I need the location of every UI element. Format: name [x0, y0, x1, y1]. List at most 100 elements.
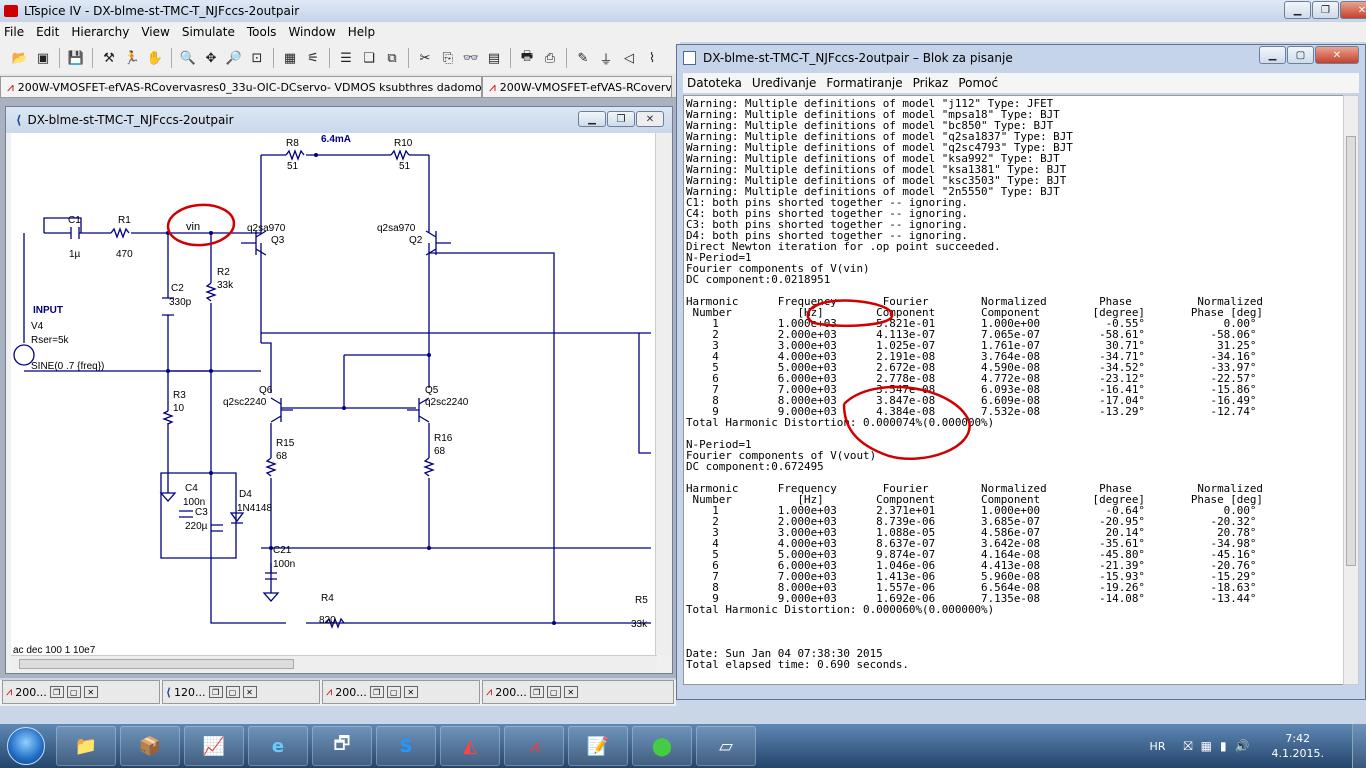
volume-icon[interactable]: 🔊 — [1235, 739, 1250, 753]
schematic-vertical-scrollbar[interactable] — [655, 133, 671, 655]
notepad-text-area[interactable]: Warning: Multiple definitions of model "… — [683, 95, 1345, 685]
close-icon[interactable]: ✕ — [242, 686, 257, 698]
notepad-close-button[interactable]: ✕ — [1315, 46, 1359, 64]
close-button[interactable]: ✕ — [1340, 1, 1366, 19]
language-indicator[interactable]: HR — [1150, 740, 1166, 753]
minimized-window-2[interactable]: ⟨ 120... ❐ ▢ ✕ — [162, 680, 320, 704]
ground-icon[interactable]: ⏚ — [596, 48, 616, 68]
taskbar-app-5[interactable]: 🗗 — [312, 726, 372, 766]
restore-icon[interactable]: ❐ — [529, 686, 544, 698]
control-panel-icon[interactable]: ⚒ — [99, 48, 119, 68]
start-button[interactable] — [0, 724, 52, 768]
schematic-scroll-thumb[interactable] — [19, 659, 294, 669]
menu-pomoc[interactable]: Pomoć — [958, 76, 998, 90]
cascade-icon[interactable]: ❏ — [359, 48, 379, 68]
taskbar-acrobat[interactable]: ◭ — [440, 726, 500, 766]
minimized-window-4[interactable]: ⩘ 200... ❐ ▢ ✕ — [482, 680, 674, 704]
menu-window[interactable]: Window — [288, 25, 335, 39]
clock[interactable]: 7:42 4.1.2015. — [1272, 731, 1324, 761]
open-icon[interactable]: 📂 — [10, 48, 30, 68]
doc-tab-1[interactable]: ⩘ 200W-VMOSFET-efVAS-RCovervasres0_33u-O… — [0, 76, 482, 98]
tile-vertical-icon[interactable]: ⧉ — [382, 48, 402, 68]
menu-prikaz[interactable]: Prikaz — [913, 76, 949, 90]
autorange-icon[interactable]: ▦ — [280, 48, 300, 68]
maximize-icon[interactable]: ▢ — [225, 686, 240, 698]
schematic-close-button[interactable]: ✕ — [636, 111, 664, 127]
pencil-icon[interactable]: ✎ — [573, 48, 593, 68]
app-window-controls: ▁ ❐ ✕ — [1284, 1, 1366, 19]
notepad-scroll-thumb[interactable] — [1346, 136, 1356, 566]
taskbar-ltspice[interactable]: ⩘ — [504, 726, 564, 766]
print-icon[interactable]: ⎙ — [540, 48, 560, 68]
taskbar-explorer[interactable]: 📁 — [56, 726, 116, 766]
menu-uredivanje[interactable]: Uređivanje — [752, 76, 817, 90]
schematic-canvas[interactable]: R8 51 6.4mA R10 51 C1 1µ R1 470 vin q2sa… — [11, 133, 657, 656]
zoom-out-icon[interactable]: 🔎 — [224, 48, 244, 68]
minimized-window-1[interactable]: ⩘ 200... ❐ ▢ ✕ — [2, 680, 160, 704]
taskbar-skype[interactable]: S — [376, 726, 436, 766]
restore-button[interactable]: ❐ — [1312, 1, 1339, 19]
find-icon[interactable]: 👓 — [461, 48, 481, 68]
restore-icon[interactable]: ❐ — [208, 686, 223, 698]
copy-icon[interactable]: ⎘ — [438, 48, 458, 68]
notepad-minimize-button[interactable]: ▁ — [1259, 46, 1286, 64]
ruler-icon[interactable]: ⚟ — [303, 48, 323, 68]
close-icon[interactable]: ✕ — [403, 686, 418, 698]
menu-file[interactable]: File — [4, 25, 24, 39]
restore-icon[interactable]: ❐ — [49, 686, 64, 698]
schematic-restore-button[interactable]: ❐ — [607, 111, 635, 127]
notepad-window: DX-blme-st-TMC-T_NJFccs-2outpair – Blok … — [676, 44, 1366, 700]
network-icon[interactable]: ⛝ — [1183, 739, 1192, 754]
minimized-window-3[interactable]: ⩘ 200... ❐ ▢ ✕ — [322, 680, 480, 704]
capacitor-c1 — [70, 227, 80, 239]
show-desktop-button[interactable] — [1352, 724, 1366, 768]
tile-horizontal-icon[interactable]: ☰ — [336, 48, 356, 68]
halt-icon[interactable]: ✋ — [145, 48, 165, 68]
menu-simulate[interactable]: Simulate — [182, 25, 235, 39]
print-setup-icon[interactable]: 🖶 — [517, 48, 537, 68]
pan-icon[interactable]: ✥ — [201, 48, 221, 68]
taskbar-app-11[interactable]: ▱ — [696, 726, 756, 766]
resistor-r2 — [205, 282, 217, 302]
label-net-icon[interactable]: ◁ — [619, 48, 639, 68]
taskbar-notepad[interactable]: 📝 — [568, 726, 628, 766]
maximize-icon[interactable]: ▢ — [546, 686, 561, 698]
zoom-in-icon[interactable]: 🔍 — [178, 48, 198, 68]
zoom-fit-icon[interactable]: ⊡ — [247, 48, 267, 68]
taskbar-scope[interactable]: 📈 — [184, 726, 244, 766]
close-icon[interactable]: ✕ — [83, 686, 98, 698]
notepad-vertical-scrollbar[interactable] — [1343, 95, 1359, 685]
taskbar-app-10[interactable]: ⬤ — [632, 726, 692, 766]
schematic-horizontal-scrollbar[interactable] — [11, 655, 657, 671]
tray-app-icon[interactable]: ▦ — [1201, 739, 1212, 753]
resistor-icon[interactable]: ⌇ — [642, 48, 662, 68]
label-r16: R16 — [434, 433, 453, 444]
save-icon[interactable]: 💾 — [66, 48, 86, 68]
minimized-window-label: 200... — [335, 685, 367, 699]
maximize-icon[interactable]: ▢ — [66, 686, 81, 698]
waveform-icon: ⩘ — [486, 685, 493, 698]
doc-tab-2[interactable]: ⩘ 200W-VMOSFET-efVAS-RCoverv — [482, 76, 672, 98]
close-icon[interactable]: ✕ — [563, 686, 578, 698]
schematic-minimize-button[interactable]: ▁ — [578, 111, 606, 127]
menu-edit[interactable]: Edit — [36, 25, 59, 39]
menu-tools[interactable]: Tools — [247, 25, 277, 39]
menu-datoteka[interactable]: Datoteka — [687, 76, 742, 90]
pdf-icon[interactable]: ▤ — [484, 48, 504, 68]
notepad-maximize-button[interactable]: ▢ — [1287, 46, 1314, 64]
menu-help[interactable]: Help — [348, 25, 375, 39]
maximize-icon[interactable]: ▢ — [386, 686, 401, 698]
run-icon[interactable]: 🏃 — [122, 48, 142, 68]
new-schematic-icon[interactable]: ▣ — [33, 48, 53, 68]
menu-formatiranje[interactable]: Formatiranje — [826, 76, 902, 90]
signal-icon[interactable]: ▮ — [1220, 739, 1227, 753]
taskbar-app-2[interactable]: 📦 — [120, 726, 180, 766]
menu-view[interactable]: View — [141, 25, 169, 39]
menu-hierarchy[interactable]: Hierarchy — [71, 25, 129, 39]
label-r15: R15 — [276, 438, 295, 449]
restore-icon[interactable]: ❐ — [369, 686, 384, 698]
model-d4: 1N4148 — [237, 503, 272, 514]
minimize-button[interactable]: ▁ — [1284, 1, 1311, 19]
taskbar-ie[interactable]: e — [248, 726, 308, 766]
cut-icon[interactable]: ✂ — [415, 48, 435, 68]
